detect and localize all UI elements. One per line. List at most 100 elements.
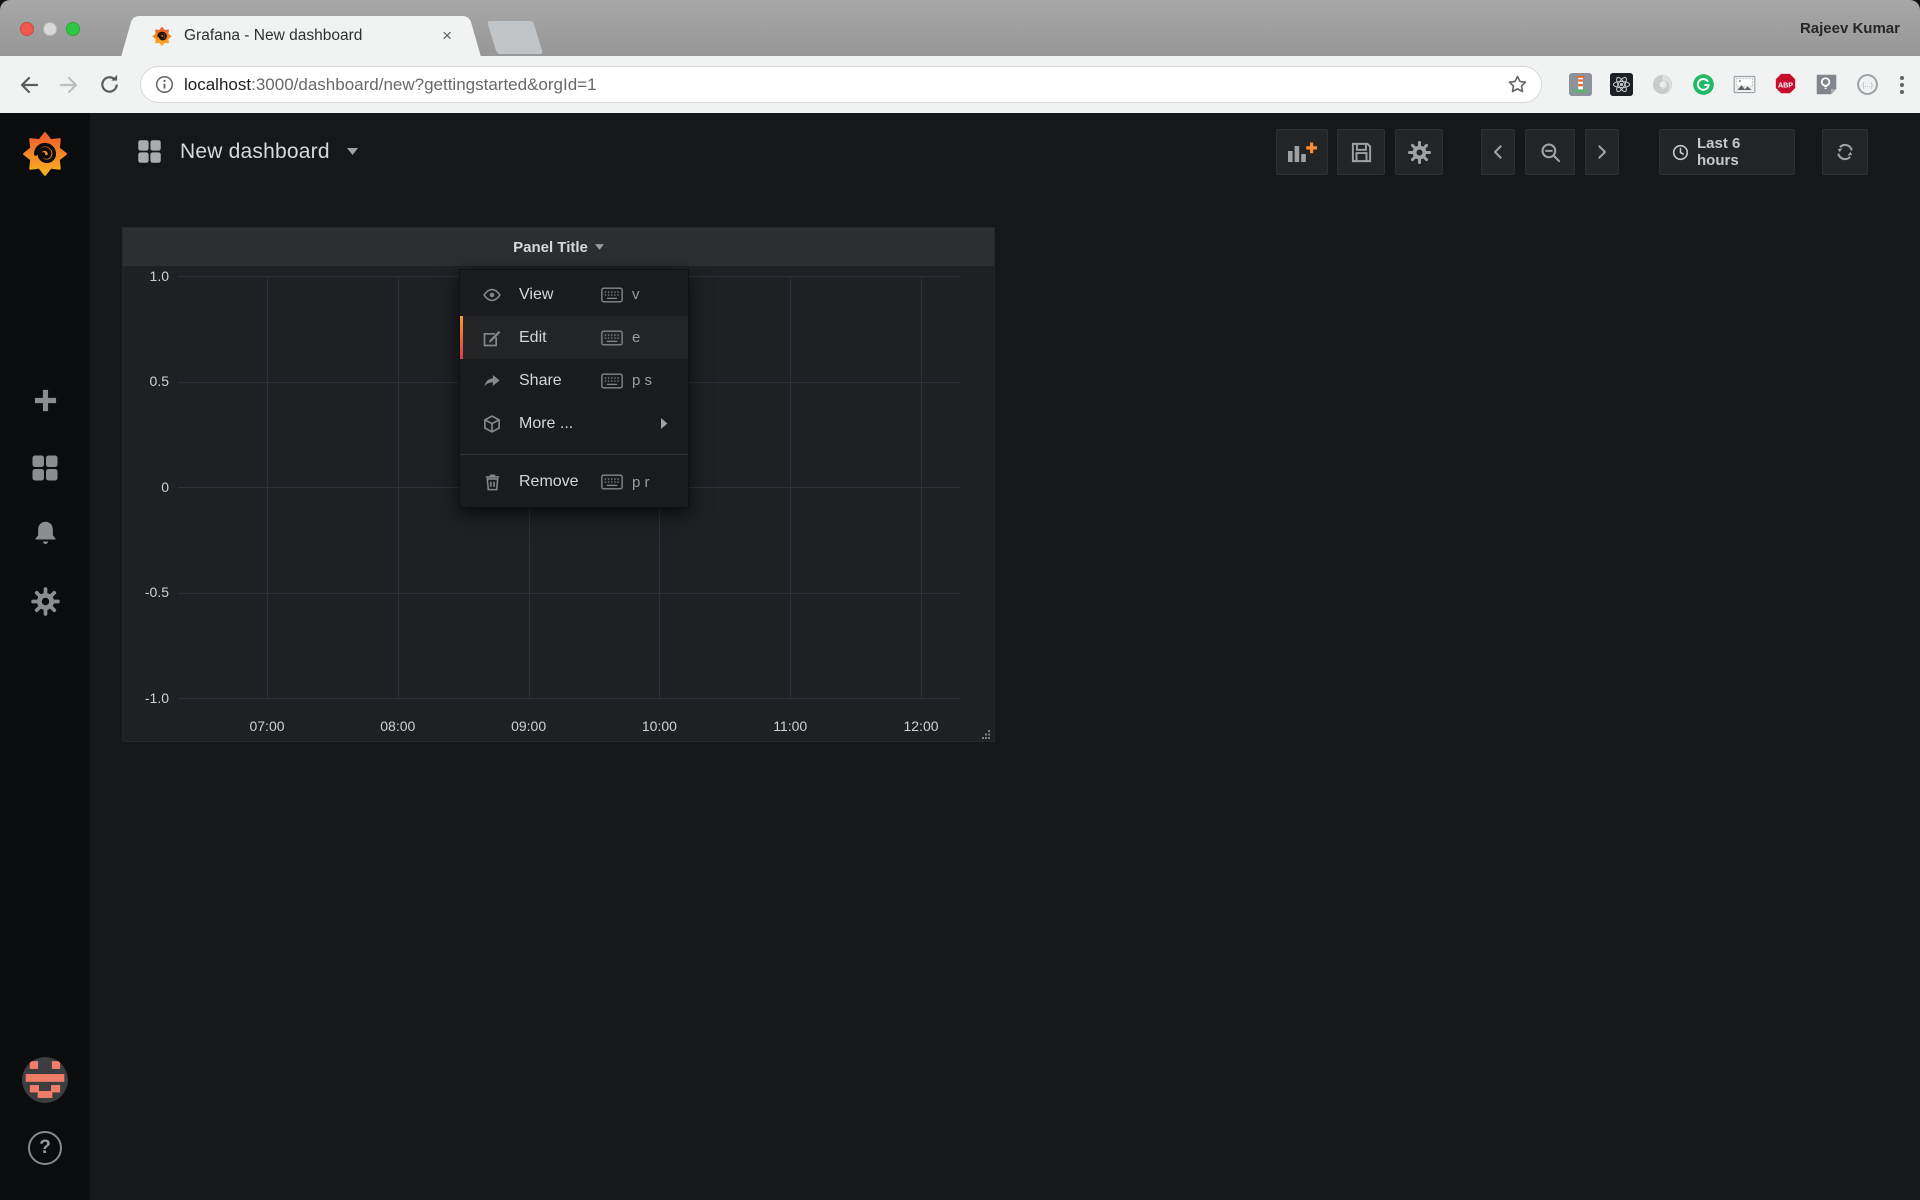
forward-icon[interactable] — [56, 72, 82, 98]
page-info-icon[interactable] — [155, 75, 174, 94]
screenshot-extension-icon[interactable] — [1732, 73, 1756, 97]
chevron-left-icon — [1489, 143, 1507, 161]
zoom-window-button[interactable] — [66, 22, 80, 36]
x-axis-tick: 12:00 — [903, 718, 938, 734]
keyboard-icon — [601, 330, 623, 346]
time-back-button[interactable] — [1481, 129, 1515, 175]
abp-label: ABP — [1777, 81, 1792, 89]
url-host: localhost — [184, 75, 251, 94]
url-text[interactable]: localhost:3000/dashboard/new?gettingstar… — [184, 75, 1506, 95]
y-axis-tick: -1.0 — [123, 690, 169, 706]
grafana-main: New dashboard — [90, 113, 1920, 1200]
refresh-icon — [1834, 141, 1856, 163]
url-bar[interactable]: localhost:3000/dashboard/new?gettingstar… — [140, 66, 1542, 103]
y-axis-tick: 0.5 — [123, 373, 169, 389]
close-window-button[interactable] — [20, 22, 34, 36]
sidebar-item-alerting[interactable] — [0, 519, 90, 548]
adblock-plus-icon[interactable]: ABP — [1773, 73, 1797, 97]
minimize-window-button[interactable] — [43, 22, 57, 36]
menu-item-label: View — [519, 286, 553, 304]
dashboards-grid-icon — [30, 453, 60, 483]
dashboard-toolbar: Last 6 hours — [1276, 129, 1868, 175]
x-axis-tick: 11:00 — [773, 718, 807, 734]
menu-item-more[interactable]: More ... — [460, 402, 688, 445]
menu-item-label: Share — [519, 372, 562, 390]
save-dashboard-button[interactable] — [1337, 129, 1385, 175]
grammarly-icon[interactable] — [1691, 73, 1715, 97]
window-controls — [20, 22, 80, 36]
screen: Grafana - New dashboard × Rajeev Kumar — [0, 0, 1920, 1200]
panel-title: Panel Title — [513, 239, 588, 256]
new-tab-button[interactable] — [487, 21, 543, 54]
edit-icon — [482, 328, 502, 348]
menu-item-label: Remove — [519, 473, 579, 491]
time-forward-button[interactable] — [1585, 129, 1619, 175]
dashboard-canvas: Panel Title 1.0 0.5 0 -0.5 -1.0 — [90, 191, 1920, 1200]
lighthouse-extension-icon[interactable] — [1568, 73, 1592, 97]
plus-icon — [32, 387, 59, 414]
bookmark-star-icon[interactable] — [1506, 73, 1529, 96]
y-axis-tick: 0 — [123, 479, 169, 495]
y-axis-tick: 1.0 — [123, 268, 169, 284]
grafana-app: ? New dashboard — [0, 113, 1920, 1200]
plus-badge — [1306, 143, 1317, 154]
eye-icon — [482, 285, 502, 305]
chevron-down-icon — [595, 244, 604, 250]
browser-menu-icon[interactable] — [1896, 76, 1908, 94]
dashboard-title: New dashboard — [180, 140, 330, 164]
json-viewer-icon[interactable]: {…} — [1855, 73, 1879, 97]
submenu-arrow-icon — [660, 418, 668, 429]
user-avatar[interactable] — [0, 1057, 90, 1103]
tab-close-icon[interactable]: × — [440, 26, 454, 46]
sidebar-item-add[interactable] — [0, 387, 90, 414]
dashboard-settings-button[interactable] — [1395, 129, 1443, 175]
menu-item-shortcut: v — [632, 286, 668, 303]
refresh-button[interactable] — [1822, 129, 1868, 175]
grafana-sidebar: ? — [0, 113, 90, 1200]
reload-icon[interactable] — [96, 72, 122, 98]
panel-resize-handle[interactable] — [981, 729, 991, 739]
menu-item-remove[interactable]: Remove p r — [460, 461, 688, 503]
dashboard-grid-icon — [136, 138, 163, 165]
menu-item-label: More ... — [519, 415, 573, 433]
panel-header-dropdown[interactable]: Panel Title — [123, 228, 994, 266]
browser-window: Grafana - New dashboard × Rajeev Kumar — [0, 0, 1920, 1200]
browser-tab-active[interactable]: Grafana - New dashboard × — [136, 16, 466, 56]
x-axis-tick: 10:00 — [642, 718, 677, 734]
lightbulb-extension-icon[interactable] — [1814, 73, 1838, 97]
menu-item-shortcut: e — [632, 329, 668, 346]
menu-item-label: Edit — [519, 329, 547, 347]
keyboard-icon — [601, 287, 623, 303]
browser-profile-name: Rajeev Kumar — [1800, 20, 1900, 37]
disabled-extension-swirl-icon[interactable] — [1650, 73, 1674, 97]
bell-icon — [31, 519, 60, 548]
graph-panel: Panel Title 1.0 0.5 0 -0.5 -1.0 — [122, 227, 995, 742]
share-icon — [482, 371, 502, 391]
time-range-picker[interactable]: Last 6 hours — [1659, 129, 1795, 175]
extension-bar: ABP {…} — [1568, 56, 1908, 113]
help-icon: ? — [28, 1131, 62, 1165]
x-axis-tick: 08:00 — [380, 718, 415, 734]
add-panel-button[interactable] — [1276, 129, 1328, 175]
menu-divider — [460, 454, 688, 455]
menu-item-share[interactable]: Share p s — [460, 359, 688, 402]
zoom-out-button[interactable] — [1525, 129, 1575, 175]
dashboard-title-dropdown[interactable]: New dashboard — [136, 138, 358, 165]
sidebar-item-configuration[interactable] — [0, 586, 90, 617]
menu-item-edit[interactable]: Edit e — [460, 316, 688, 359]
menu-item-shortcut: p r — [632, 474, 668, 491]
sidebar-item-dashboards[interactable] — [0, 453, 90, 483]
gear-icon — [30, 586, 61, 617]
grafana-logo[interactable] — [0, 130, 90, 176]
time-range-label: Last 6 hours — [1697, 135, 1782, 169]
sidebar-item-help[interactable]: ? — [0, 1131, 90, 1165]
chevron-down-icon — [347, 148, 358, 155]
grafana-favicon-icon — [152, 26, 172, 46]
react-devtools-icon[interactable] — [1609, 73, 1633, 97]
menu-item-shortcut: p s — [632, 372, 668, 389]
keyboard-icon — [601, 373, 623, 389]
back-icon[interactable] — [16, 72, 42, 98]
menu-item-view[interactable]: View v — [460, 273, 688, 316]
x-axis-tick: 09:00 — [511, 718, 546, 734]
panel-context-menu: View v — [459, 269, 689, 508]
